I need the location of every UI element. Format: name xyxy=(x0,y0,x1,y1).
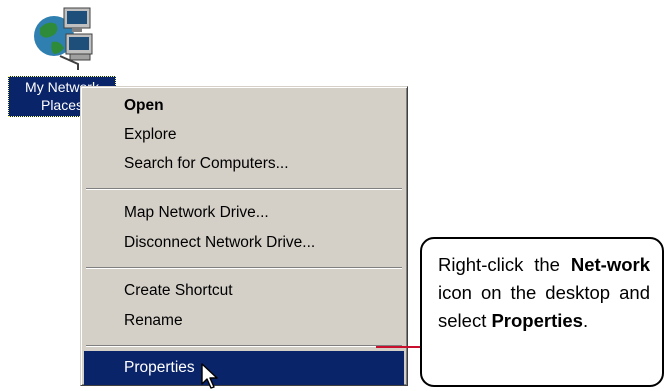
menu-item-disconnect-label: Disconnect Network Drive... xyxy=(124,234,316,251)
callout-bold-network: Net-work xyxy=(570,254,650,275)
menu-item-search-label: Search for Computers... xyxy=(124,155,289,172)
callout-box: Right-click the Net-work icon on the des… xyxy=(420,237,664,387)
menu-separator xyxy=(86,345,402,347)
menu-item-search-for-computers[interactable]: Search for Computers... xyxy=(84,147,404,181)
menu-item-shortcut-label: Create Shortcut xyxy=(124,282,233,299)
menu-item-disconnect-network-drive[interactable]: Disconnect Network Drive... xyxy=(84,226,404,260)
context-menu: Open Explore Search for Computers... Map… xyxy=(80,86,408,386)
mouse-pointer-icon xyxy=(201,363,218,389)
menu-separator xyxy=(86,267,402,269)
callout-text: Right-click the xyxy=(438,254,571,275)
menu-item-map-network-drive[interactable]: Map Network Drive... xyxy=(84,196,404,230)
menu-separator xyxy=(86,188,402,190)
callout-bold-properties: Properties xyxy=(491,310,583,331)
menu-item-rename[interactable]: Rename xyxy=(84,304,404,338)
menu-item-rename-label: Rename xyxy=(124,312,183,329)
menu-item-map-label: Map Network Drive... xyxy=(124,204,269,221)
network-places-icon xyxy=(34,7,93,70)
callout-leader-line xyxy=(376,346,422,348)
menu-item-properties[interactable]: Properties xyxy=(84,351,404,385)
menu-item-properties-label: Properties xyxy=(124,359,195,376)
menu-item-explore-label: Explore xyxy=(124,126,177,143)
callout-text: . xyxy=(582,310,589,331)
menu-item-open-label: Open xyxy=(124,97,164,114)
menu-item-create-shortcut[interactable]: Create Shortcut xyxy=(84,274,404,308)
